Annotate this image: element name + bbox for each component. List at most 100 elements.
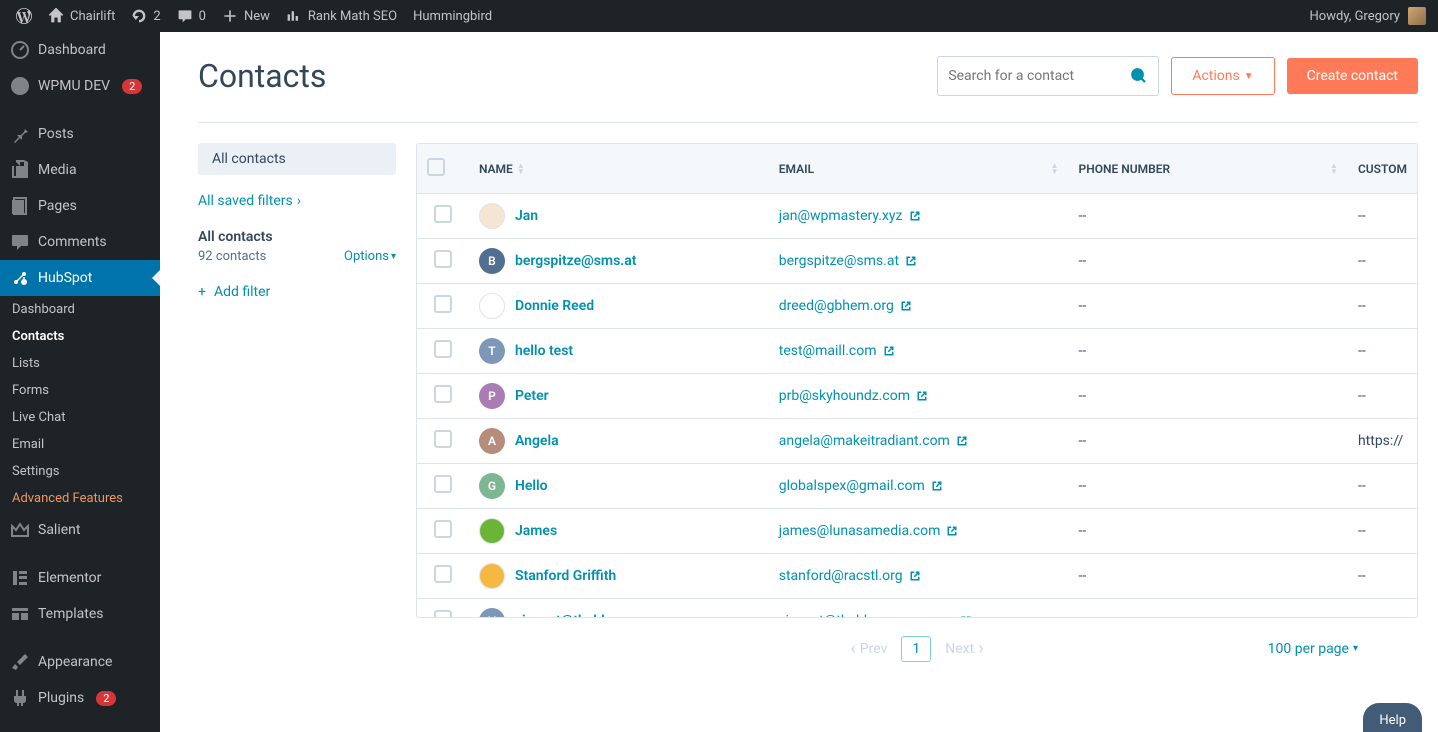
sidebar-sub-contacts[interactable]: Contacts (0, 323, 160, 350)
contact-email-link[interactable]: bergspitze@sms.at (779, 253, 1059, 269)
contact-name-link[interactable]: Jan (515, 208, 538, 224)
actions-button[interactable]: Actions ▼ (1171, 57, 1274, 95)
row-checkbox[interactable] (434, 430, 452, 448)
select-all-checkbox[interactable] (427, 158, 445, 176)
admin-bar-account[interactable]: Howdy, Gregory (1310, 7, 1430, 25)
sidebar-item-templates[interactable]: Templates (0, 596, 160, 632)
contact-name-link[interactable]: hello test (515, 343, 573, 359)
chevron-down-icon: ▾ (391, 251, 396, 262)
contact-name-link[interactable]: Angela (515, 433, 559, 449)
sidebar-item-dashboard[interactable]: Dashboard (0, 32, 160, 68)
row-checkbox[interactable] (434, 205, 452, 223)
chevron-down-icon: ▾ (1353, 643, 1358, 654)
contact-email-link[interactable]: test@maill.com (779, 343, 1059, 359)
contact-name-link[interactable]: bergspitze@sms.at (515, 253, 637, 269)
avatar: G (479, 473, 505, 499)
sidebar-label: Media (38, 162, 77, 178)
help-button[interactable]: Help (1363, 703, 1422, 732)
contact-name-link[interactable]: Stanford Griffith (515, 568, 616, 584)
create-contact-button[interactable]: Create contact (1287, 58, 1418, 94)
sidebar-item-media[interactable]: Media (0, 152, 160, 188)
row-checkbox[interactable] (434, 475, 452, 493)
refresh-icon (131, 8, 147, 24)
contact-email-link[interactable]: stanford@racstl.org (779, 568, 1059, 584)
sidebar-sub-settings[interactable]: Settings (0, 458, 160, 485)
sidebar-label: Plugins (38, 690, 84, 706)
sidebar-sub-advanced[interactable]: Advanced Features (0, 485, 160, 512)
sidebar-label: Dashboard (38, 42, 106, 58)
page-header: Contacts Actions ▼ Create contact (198, 56, 1418, 96)
hummingbird[interactable]: Hummingbird (405, 0, 500, 32)
row-checkbox[interactable] (434, 520, 452, 538)
sidebar-item-plugins[interactable]: Plugins 2 (0, 680, 160, 716)
contact-email-link[interactable]: prb@skyhoundz.com (779, 388, 1059, 404)
contact-email-link[interactable]: globalspex@gmail.com (779, 478, 1059, 494)
row-checkbox[interactable] (434, 385, 452, 403)
contact-email-link[interactable]: james@lunasamedia.com (779, 523, 1059, 539)
rank-math[interactable]: Rank Math SEO (278, 0, 405, 32)
row-checkbox[interactable] (434, 295, 452, 313)
add-filter-label: Add filter (214, 284, 270, 300)
sidebar-item-appearance[interactable]: Appearance (0, 644, 160, 680)
table-row: GHello globalspex@gmail.com -- -- (417, 464, 1417, 509)
contact-name-link[interactable]: Donnie Reed (515, 298, 594, 314)
sidebar-item-pages[interactable]: Pages (0, 188, 160, 224)
phone-value: -- (1079, 523, 1087, 539)
sidebar-sub-email[interactable]: Email (0, 431, 160, 458)
sidebar-sub-livechat[interactable]: Live Chat (0, 404, 160, 431)
column-name[interactable]: NAME▲▼ (469, 144, 769, 194)
comments-admin[interactable]: 0 (169, 0, 214, 32)
saved-filters-label: All saved filters (198, 193, 293, 209)
saved-filters-link[interactable]: All saved filters › (198, 193, 396, 209)
external-link-icon (909, 570, 921, 582)
sidebar-label: Comments (38, 234, 107, 250)
column-custom[interactable]: CUSTOM (1348, 144, 1417, 194)
dashboard-icon (10, 40, 30, 60)
search-contact[interactable] (937, 56, 1159, 96)
row-checkbox[interactable] (434, 340, 452, 358)
phone-value: -- (1079, 388, 1087, 404)
contact-name-link[interactable]: James (515, 523, 557, 539)
sidebar-item-posts[interactable]: Posts (0, 116, 160, 152)
contact-email-link[interactable]: angela@makeitradiant.com (779, 433, 1059, 449)
avatar: P (479, 383, 505, 409)
sidebar-item-comments[interactable]: Comments (0, 224, 160, 260)
sidebar-sub-lists[interactable]: Lists (0, 350, 160, 377)
custom-value: -- (1358, 343, 1366, 359)
add-filter-button[interactable]: + Add filter (198, 284, 396, 300)
sort-icon: ▲▼ (517, 163, 525, 175)
prev-button[interactable]: ‹ Prev (844, 634, 893, 663)
column-phone[interactable]: PHONE NUMBER▲▼ (1069, 144, 1348, 194)
sidebar-item-salient[interactable]: Salient (0, 512, 160, 548)
per-page-selector[interactable]: 100 per page ▾ (1268, 641, 1358, 657)
contact-email-link[interactable]: dreed@gbhem.org (779, 298, 1059, 314)
options-link[interactable]: Options ▾ (344, 249, 396, 264)
table-row: Donnie Reed dreed@gbhem.org -- -- (417, 284, 1417, 329)
custom-value: -- (1358, 298, 1366, 314)
sidebar-item-wpmudev[interactable]: WPMU DEV 2 (0, 68, 160, 104)
sidebar-item-elementor[interactable]: Elementor (0, 560, 160, 596)
custom-value: -- (1358, 388, 1366, 404)
row-checkbox[interactable] (434, 250, 452, 268)
site-name[interactable]: Chairlift (40, 0, 123, 32)
column-email[interactable]: EMAIL▲▼ (769, 144, 1069, 194)
page-number[interactable]: 1 (901, 636, 931, 662)
contact-email-link[interactable]: jan@wpmastery.xyz (779, 208, 1059, 224)
next-button[interactable]: Next › (939, 634, 989, 663)
contact-name-link[interactable]: Peter (515, 388, 549, 404)
avatar: V (479, 608, 505, 618)
contact-name-link[interactable]: Hello (515, 478, 548, 494)
pagination: ‹ Prev 1 Next › 100 per page ▾ (416, 618, 1418, 683)
updates[interactable]: 2 (123, 0, 168, 32)
new-content[interactable]: New (214, 0, 278, 32)
row-checkbox[interactable] (434, 565, 452, 583)
search-input[interactable] (948, 68, 1130, 84)
wp-logo[interactable] (8, 0, 40, 32)
filter-title: All contacts (198, 229, 396, 245)
sidebar-sub-dashboard[interactable]: Dashboard (0, 296, 160, 323)
filter-all-contacts-chip[interactable]: All contacts (198, 143, 396, 175)
sidebar-sub-forms[interactable]: Forms (0, 377, 160, 404)
row-checkbox[interactable] (434, 610, 452, 618)
home-icon (48, 8, 64, 24)
sidebar-item-hubspot[interactable]: HubSpot (0, 260, 160, 296)
